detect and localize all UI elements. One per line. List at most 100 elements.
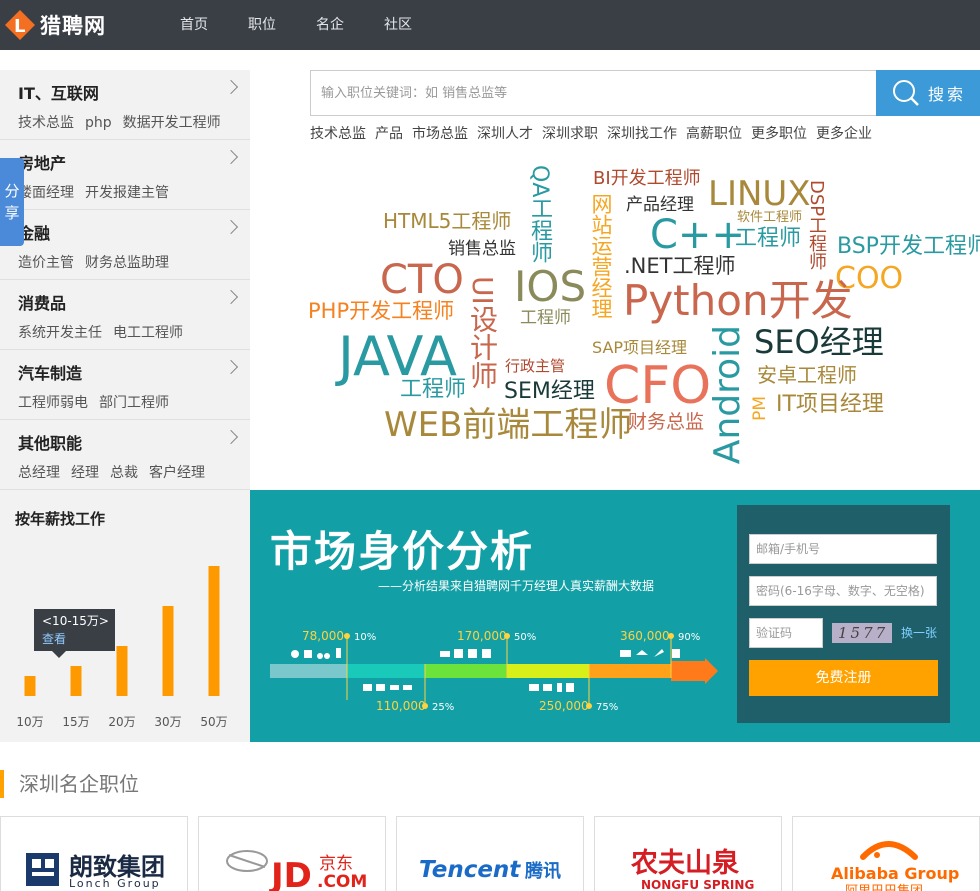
cloud-word[interactable]: 网站运营经理	[589, 193, 613, 319]
share-tab[interactable]: 分享	[0, 158, 24, 246]
cloud-word[interactable]: IT项目经理	[776, 394, 884, 416]
site-logo[interactable]: L 猎聘网	[3, 7, 106, 43]
captcha-refresh-link[interactable]: 换一张	[901, 624, 937, 641]
tooltip-view-link[interactable]: 查看	[42, 630, 115, 648]
cloud-word[interactable]: 行政主管	[505, 359, 565, 374]
company-card-nongfu[interactable]: 农夫山泉 NONGFU SPRING	[594, 816, 782, 891]
cloud-word[interactable]: .NET工程师	[624, 256, 735, 277]
svg-text:京东: 京东	[319, 854, 353, 874]
cloud-word[interactable]: 软件工程师	[737, 211, 802, 224]
cloud-word[interactable]: Android	[707, 325, 748, 464]
cloud-word[interactable]: PM	[750, 396, 770, 421]
cloud-word[interactable]: BSP开发工程师	[837, 236, 980, 258]
cloud-word[interactable]: BI开发工程师	[593, 170, 701, 188]
category-link[interactable]: 总裁	[110, 465, 138, 481]
nav-companies[interactable]: 名企	[296, 0, 364, 50]
salary-bar[interactable]	[24, 676, 36, 696]
category-link[interactable]: php	[85, 115, 112, 131]
hot-link[interactable]: 技术总监	[310, 126, 366, 142]
cloud-word[interactable]: WEB前端工程师	[384, 408, 632, 442]
hot-link[interactable]: 产品	[375, 126, 403, 142]
category-link[interactable]: 总经理	[18, 465, 60, 481]
hot-link[interactable]: 更多职位	[751, 126, 807, 142]
category-link[interactable]: 开发报建主管	[85, 185, 169, 201]
camera-icon	[376, 684, 385, 691]
free-register-button[interactable]: 免费注册	[749, 660, 938, 696]
category-auto[interactable]: 汽车制造 工程师弱电 部门工程师	[0, 350, 250, 420]
category-title: IT、互联网	[18, 84, 99, 103]
company-card-alibaba[interactable]: Alibaba Group 阿里巴巴集团	[792, 816, 980, 891]
salary-bar[interactable]	[162, 606, 174, 696]
category-link[interactable]: 技术总监	[18, 115, 74, 131]
salary-bar[interactable]	[116, 646, 128, 696]
search-button[interactable]: 搜索	[876, 70, 980, 116]
category-finance[interactable]: 金融 造价主管 财务总监助理	[0, 210, 250, 280]
salary-tick-label[interactable]: 30万	[154, 715, 181, 729]
cloud-word[interactable]: 工程师	[735, 228, 801, 250]
phone-icon	[557, 683, 562, 692]
marker-percent: 75%	[596, 702, 618, 713]
cloud-word[interactable]: Python开发	[623, 280, 853, 322]
category-real-estate[interactable]: 房地产 楼面经理 开发报建主管	[0, 140, 250, 210]
job-search-input[interactable]	[311, 71, 877, 115]
captcha-input[interactable]	[749, 618, 823, 648]
category-other[interactable]: 其他职能 总经理 经理 总裁 客户经理	[0, 420, 250, 490]
category-it[interactable]: IT、互联网 技术总监 php 数据开发工程师	[0, 70, 250, 140]
cloud-word[interactable]: SEO经理	[754, 326, 884, 358]
nav-home[interactable]: 首页	[160, 0, 228, 50]
category-link[interactable]: 财务总监助理	[85, 255, 169, 271]
camera-icon	[543, 684, 552, 691]
nav-community[interactable]: 社区	[364, 0, 432, 50]
company-card-tencent[interactable]: Tencent 腾讯	[396, 816, 584, 891]
cloud-word[interactable]: IOS	[514, 266, 586, 308]
hot-link[interactable]: 深圳人才	[477, 126, 533, 142]
category-link[interactable]: 工程师弱电	[18, 395, 88, 411]
category-link[interactable]: 电工工程师	[113, 325, 183, 341]
password-input[interactable]	[749, 576, 937, 606]
cloud-word[interactable]: 工程师	[400, 379, 466, 401]
cloud-word[interactable]: SEM经理	[504, 381, 595, 403]
hot-link[interactable]: 市场总监	[412, 126, 468, 142]
cloud-word[interactable]: QA工程师	[527, 165, 552, 263]
category-link[interactable]: 造价主管	[18, 255, 74, 271]
cloud-word[interactable]: 销售总监	[448, 241, 516, 258]
category-link[interactable]: 数据开发工程师	[123, 115, 221, 131]
company-card-jd[interactable]: JD 京东 .COM	[198, 816, 386, 891]
salary-tick-label[interactable]: 20万	[108, 715, 135, 729]
category-links: 工程师弱电 部门工程师	[18, 392, 180, 412]
hot-link[interactable]: 深圳找工作	[607, 126, 677, 142]
salary-bar[interactable]	[208, 566, 220, 696]
salary-bar[interactable]	[70, 666, 82, 696]
category-title: 房地产	[18, 154, 67, 173]
category-link[interactable]: 经理	[71, 465, 99, 481]
category-link[interactable]: 楼面经理	[18, 185, 74, 201]
category-links: 楼面经理 开发报建主管	[18, 182, 180, 202]
cloud-word[interactable]: JAVA	[338, 330, 457, 384]
cloud-word[interactable]: CTO	[380, 260, 464, 300]
cloud-word[interactable]: C++	[650, 215, 745, 255]
cloud-word[interactable]: 安卓工程师	[757, 365, 857, 385]
salary-tick-label[interactable]: 10万	[16, 715, 43, 729]
company-card-lonch[interactable]: 朗致集团 Lonch Group	[0, 816, 188, 891]
salary-tick-label[interactable]: 50万	[200, 715, 227, 729]
category-consumer[interactable]: 消费品 系统开发主任 电工工程师	[0, 280, 250, 350]
hot-link[interactable]: 更多企业	[816, 126, 872, 142]
category-link[interactable]: 客户经理	[149, 465, 205, 481]
category-link[interactable]: 系统开发主任	[18, 325, 102, 341]
cloud-word[interactable]: HTML5工程师	[383, 211, 511, 231]
cloud-word[interactable]: PHP开发工程师	[308, 301, 454, 322]
hot-link[interactable]: 深圳求职	[542, 126, 598, 142]
cloud-word[interactable]: UI设计师	[466, 276, 499, 389]
band-segment	[347, 664, 425, 678]
search-button-label: 搜索	[928, 85, 967, 104]
cloud-word[interactable]: LINUX	[708, 177, 811, 211]
nav-jobs[interactable]: 职位	[228, 0, 296, 50]
cloud-word[interactable]: DSP工程师	[806, 180, 827, 270]
category-link[interactable]: 部门工程师	[99, 395, 169, 411]
salary-tick-label[interactable]: 15万	[62, 715, 89, 729]
email-phone-input[interactable]	[749, 534, 937, 564]
cloud-word[interactable]: 工程师	[520, 310, 571, 327]
cloud-word[interactable]: SAP项目经理	[592, 340, 687, 356]
cloud-word[interactable]: 财务总监	[628, 413, 704, 432]
hot-link[interactable]: 高薪职位	[686, 126, 742, 142]
